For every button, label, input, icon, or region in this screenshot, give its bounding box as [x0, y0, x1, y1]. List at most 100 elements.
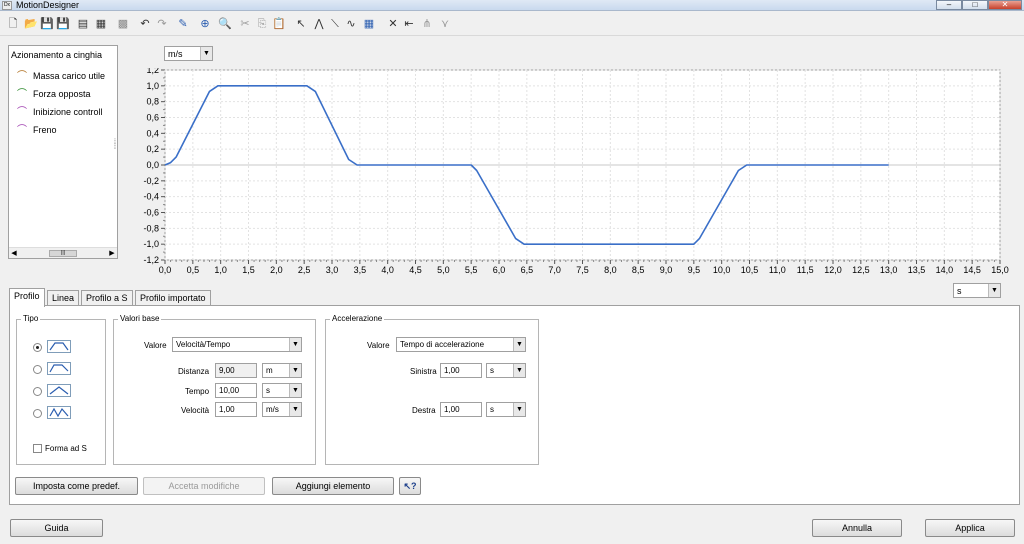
scroll-right-icon[interactable]: ▶	[107, 248, 117, 259]
x-tick-label: 10,0	[713, 265, 731, 275]
destra-field[interactable]: 1,00	[440, 402, 482, 417]
tab-profilo-a-s[interactable]: Profilo a S	[81, 290, 133, 306]
x-tick-label: 14,0	[936, 265, 954, 275]
sinistra-unit-select[interactable]: s ▼	[486, 363, 526, 378]
tab-profilo[interactable]: Profilo	[9, 288, 45, 307]
properties-icon[interactable]: ▤	[76, 17, 90, 31]
save-icon[interactable]: 💾	[40, 17, 54, 31]
export-icon[interactable]: ▦	[94, 17, 108, 31]
save-all-icon[interactable]: 💾	[56, 17, 70, 31]
open-folder-icon[interactable]: 📂	[24, 17, 38, 31]
tipo-triangle-radio[interactable]	[33, 387, 42, 396]
chevron-down-icon[interactable]: ▼	[289, 338, 301, 351]
chevron-down-icon[interactable]: ▼	[513, 364, 525, 377]
s-curve-icon[interactable]: ∿	[344, 17, 358, 31]
chevron-down-icon[interactable]: ▼	[289, 403, 301, 416]
tab-linea[interactable]: Linea	[47, 290, 80, 306]
mirror-icon[interactable]: ⋔	[420, 17, 434, 31]
y-tick-label: 1,0	[146, 81, 159, 91]
close-button[interactable]: ✕	[988, 0, 1022, 10]
aggiungi-elemento-button[interactable]: Aggiungi elemento	[272, 477, 394, 495]
tree-item-inibizione[interactable]: ⌒ Inibizione controll	[17, 103, 103, 118]
tipo-ramp-radio[interactable]	[33, 365, 42, 374]
chevron-down-icon[interactable]: ▼	[513, 338, 525, 351]
select-pointer-icon[interactable]: ↖	[294, 17, 308, 31]
tree-horizontal-scrollbar[interactable]: ◀ ||| ▶	[9, 247, 117, 258]
trapezoid-shape-icon[interactable]	[47, 340, 71, 353]
custom-shape-icon[interactable]	[47, 406, 71, 419]
chevron-down-icon[interactable]: ▼	[200, 47, 212, 60]
help-pointer-button[interactable]: ↖?	[399, 477, 421, 495]
panel-splitter[interactable]: ⁞ ⁞	[114, 139, 118, 164]
tree-item-freno[interactable]: ⌒ Freno	[17, 121, 57, 136]
annulla-button[interactable]: Annulla	[812, 519, 902, 537]
scroll-left-icon[interactable]: ◀	[9, 248, 19, 259]
split-icon[interactable]: ⋎	[438, 17, 452, 31]
y-tick-label: 0,8	[146, 97, 159, 107]
velocita-unit-select[interactable]: m/s ▼	[262, 402, 302, 417]
destra-unit-select[interactable]: s ▼	[486, 402, 526, 417]
custom-profile-icon	[49, 407, 69, 418]
x-tick-label: 9,5	[688, 265, 701, 275]
trapezoid-profile-icon[interactable]: ⋀	[312, 17, 326, 31]
copy-icon[interactable]: ⎘	[255, 17, 269, 31]
x-tick-label: 7,0	[548, 265, 561, 275]
tempo-field[interactable]: 10,00	[215, 383, 257, 398]
tab-profilo-importato[interactable]: Profilo importato	[135, 290, 211, 306]
tipo-custom-radio[interactable]	[33, 409, 42, 418]
acc-valore-select[interactable]: Tempo di accelerazione ▼	[396, 337, 526, 352]
tempo-label: Tempo	[185, 387, 210, 396]
tree-item-massa[interactable]: ⌒ Massa carico utile	[17, 67, 105, 82]
guida-button[interactable]: Guida	[10, 519, 103, 537]
velocita-field[interactable]: 1,00	[215, 402, 257, 417]
chevron-down-icon[interactable]: ▼	[513, 403, 525, 416]
chevron-down-icon[interactable]: ▼	[289, 384, 301, 397]
zoom-axis-icon[interactable]: ⊕	[198, 17, 212, 31]
destra-label: Destra	[412, 406, 436, 415]
tipo-trapezoid-radio[interactable]	[33, 343, 42, 352]
tempo-unit-select[interactable]: s ▼	[262, 383, 302, 398]
zoom-icon[interactable]: 🔍	[218, 17, 232, 31]
first-icon[interactable]: ⇤	[402, 17, 416, 31]
table-icon[interactable]: ▦	[362, 17, 376, 31]
motion-profile-chart[interactable]: 1,2 1,0 0,8 0,6 0,4 0,2 0,0 -0,2 -0,4 -0,6 -0,8 -1,…	[130, 68, 1010, 283]
velocity-unit-select[interactable]: m/s ▼	[164, 46, 213, 61]
triangle-shape-icon[interactable]	[47, 384, 71, 397]
chevron-down-icon[interactable]: ▼	[988, 284, 1000, 297]
tree-header[interactable]: Azionamento a cinghia	[11, 50, 102, 60]
x-tick-label: 2,5	[298, 265, 311, 275]
valore-select[interactable]: Velocità/Tempo ▼	[172, 337, 302, 352]
scroll-thumb[interactable]: |||	[49, 250, 77, 257]
distanza-unit-select[interactable]: m ▼	[262, 363, 302, 378]
title-bar: Dx MotionDesigner – □ ✕	[0, 0, 1024, 11]
tool-icon[interactable]: ✎	[176, 17, 190, 31]
applica-button[interactable]: Applica	[925, 519, 1015, 537]
redo-icon[interactable]: ↷	[155, 17, 169, 31]
x-tick-label: 0,5	[187, 265, 200, 275]
imposta-predef-button[interactable]: Imposta come predef.	[15, 477, 138, 495]
ramp-down-icon[interactable]: ⟍	[328, 17, 342, 31]
triangle-icon	[49, 386, 69, 395]
tree-item-forza[interactable]: ⌒ Forza opposta	[17, 85, 91, 100]
forma-ad-s-checkbox[interactable]	[33, 444, 42, 453]
cut-icon[interactable]: ✂	[238, 17, 252, 31]
ramp-shape-icon[interactable]	[47, 362, 71, 375]
profile-panel: Tipo Forma ad S Valori base Valore Veloc…	[9, 305, 1020, 505]
chevron-down-icon[interactable]: ▼	[289, 364, 301, 377]
time-unit-select[interactable]: s ▼	[953, 283, 1001, 298]
undo-icon[interactable]: ↶	[138, 17, 152, 31]
x-tick-label: 3,0	[326, 265, 339, 275]
x-tick-label: 8,5	[632, 265, 645, 275]
grid-icon[interactable]: ▩	[116, 17, 130, 31]
distanza-field[interactable]: 9,00	[215, 363, 257, 378]
y-tick-label: -0,4	[143, 192, 159, 202]
accetta-modifiche-button[interactable]: Accetta modifiche	[143, 477, 265, 495]
trapezoid-icon	[49, 342, 69, 351]
delete-icon[interactable]: ✕	[386, 17, 400, 31]
paste-icon[interactable]: 📋	[272, 17, 286, 31]
new-file-icon[interactable]: 🗋	[6, 17, 20, 31]
sinistra-field[interactable]: 1,00	[440, 363, 482, 378]
x-tick-label: 13,5	[908, 265, 926, 275]
minimize-button[interactable]: –	[936, 0, 962, 10]
maximize-button[interactable]: □	[962, 0, 988, 10]
